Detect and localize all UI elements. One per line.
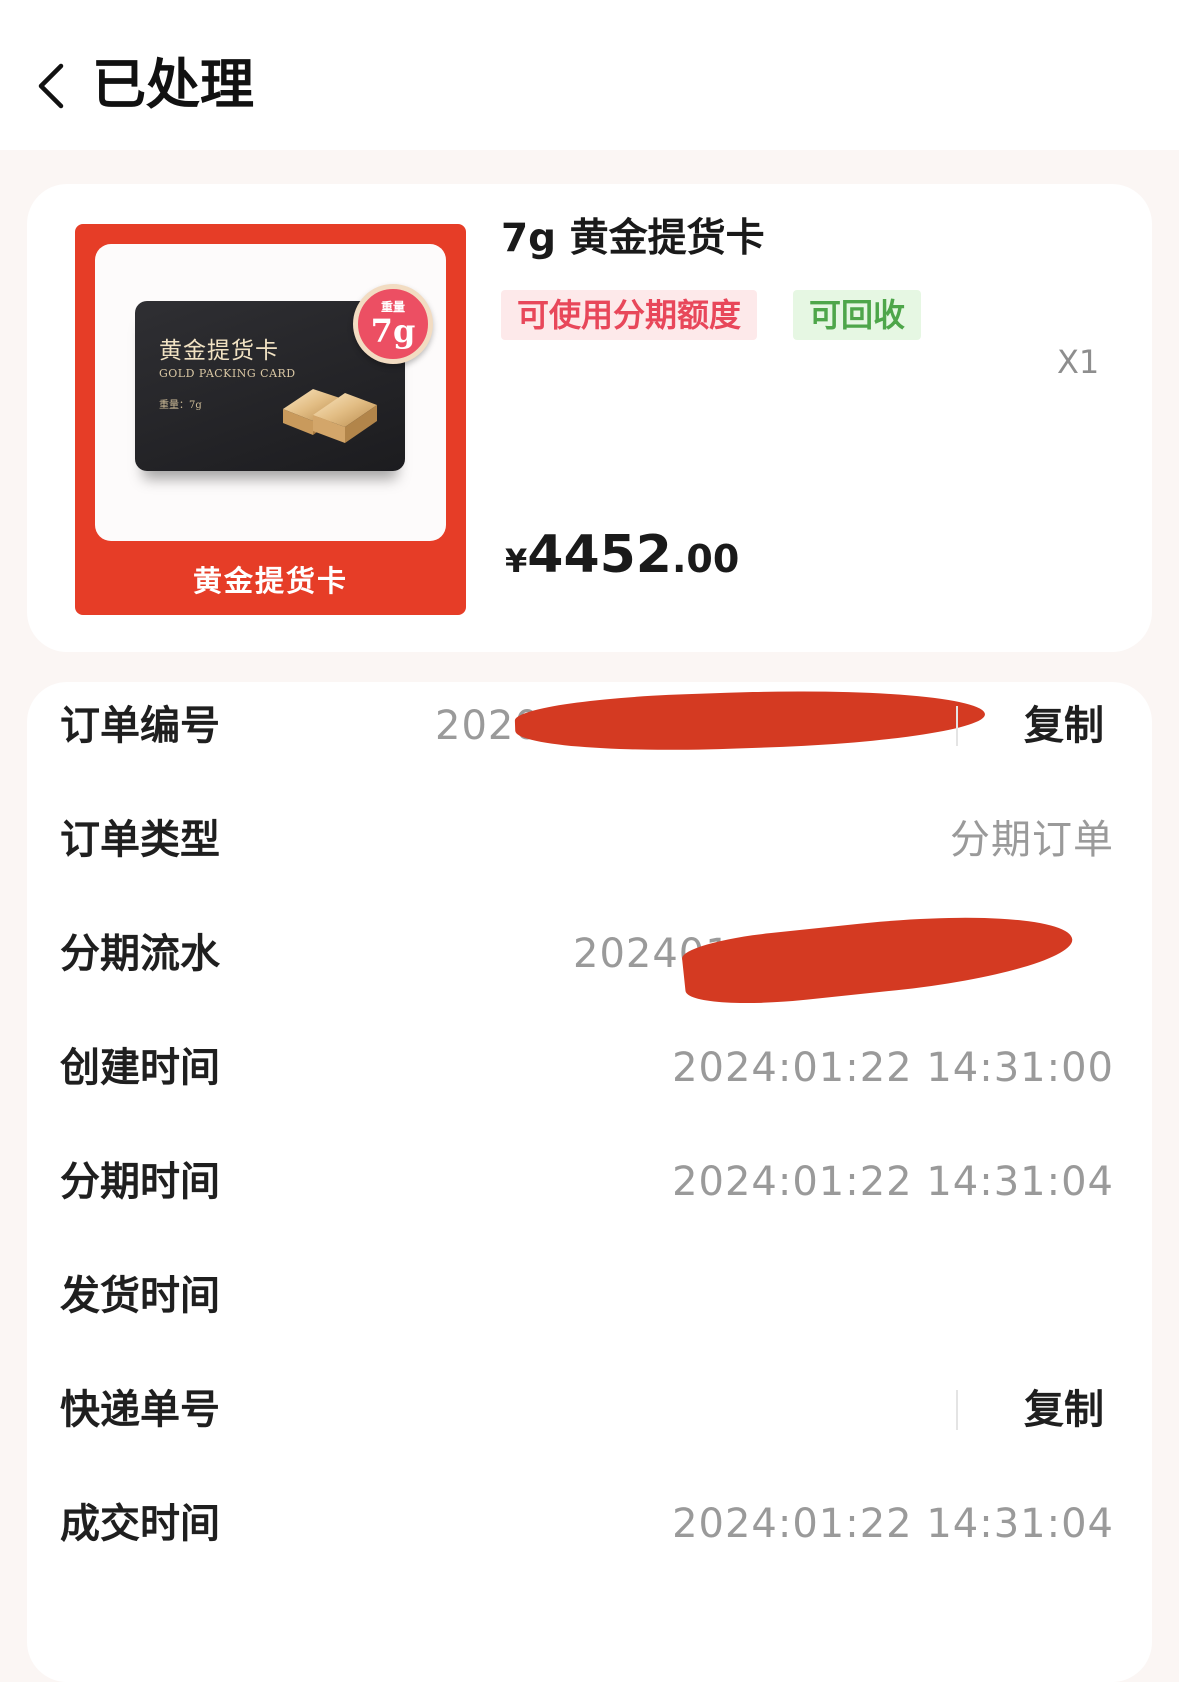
copy-order-number-button[interactable]: 复制 bbox=[1024, 686, 1104, 766]
gold-card-title: 黄金提货卡 bbox=[159, 338, 279, 364]
price-integer: 4452 bbox=[527, 525, 672, 585]
row-order-number: 订单编号 2020 复制 bbox=[27, 683, 1152, 766]
shipping-time-label: 发货时间 bbox=[60, 1273, 220, 1319]
row-order-type: 订单类型 分期订单 bbox=[27, 800, 1152, 880]
created-time-label: 创建时间 bbox=[60, 1045, 220, 1091]
product-image[interactable]: 黄金提货卡 GOLD PACKING CARD 重量：7g 重量 7g 黄金提货… bbox=[75, 224, 466, 615]
created-time-value: 2024:01:22 14:31:00 bbox=[672, 1045, 1114, 1091]
weight-badge-value: 7g bbox=[370, 312, 416, 350]
row-shipping-time: 发货时间 bbox=[27, 1256, 1152, 1336]
redaction-mark bbox=[514, 683, 986, 757]
gold-card-weight: 重量：7g bbox=[159, 400, 202, 411]
copy-tracking-number-button[interactable]: 复制 bbox=[1024, 1370, 1104, 1450]
row-deal-time: 成交时间 2024:01:22 14:31:04 bbox=[27, 1484, 1152, 1564]
weight-badge: 重量 7g bbox=[353, 284, 433, 364]
installment-time-value: 2024:01:22 14:31:04 bbox=[672, 1159, 1114, 1205]
row-tracking-number: 快递单号 复制 bbox=[27, 1370, 1152, 1450]
price-decimal: .00 bbox=[672, 537, 740, 581]
installment-time-label: 分期时间 bbox=[60, 1159, 220, 1205]
order-type-value: 分期订单 bbox=[950, 817, 1114, 863]
header-bar: 已处理 bbox=[0, 0, 1179, 150]
copy-divider bbox=[956, 706, 958, 746]
deal-time-label: 成交时间 bbox=[60, 1501, 220, 1547]
deal-time-value: 2024:01:22 14:31:04 bbox=[672, 1501, 1114, 1547]
price-currency-symbol: ¥ bbox=[505, 542, 528, 580]
row-installment-serial: 分期流水 2024010 bbox=[27, 901, 1152, 1013]
tracking-number-label: 快递单号 bbox=[60, 1387, 220, 1433]
order-number-label: 订单编号 bbox=[60, 703, 220, 749]
product-price: ¥4452.00 bbox=[505, 520, 739, 602]
order-info-card: 订单编号 2020 复制 订单类型 分期订单 分期流水 2024010 创建时间… bbox=[27, 682, 1152, 1682]
gold-bar-icon bbox=[283, 389, 377, 443]
order-type-label: 订单类型 bbox=[60, 817, 220, 863]
product-image-caption: 黄金提货卡 bbox=[192, 563, 348, 598]
product-name: 7g 黄金提货卡 bbox=[501, 216, 765, 261]
copy-divider bbox=[956, 1390, 958, 1430]
recyclable-tag: 可回收 bbox=[793, 290, 922, 340]
row-created-time: 创建时间 2024:01:22 14:31:00 bbox=[27, 1028, 1152, 1108]
product-image-frame: 黄金提货卡 GOLD PACKING CARD 重量：7g 重量 7g bbox=[95, 244, 446, 541]
product-quantity: X1 bbox=[1057, 343, 1100, 381]
back-arrow-icon[interactable] bbox=[30, 56, 70, 116]
row-installment-time: 分期时间 2024:01:22 14:31:04 bbox=[27, 1142, 1152, 1222]
page-title: 已处理 bbox=[92, 53, 254, 116]
product-card[interactable]: 黄金提货卡 GOLD PACKING CARD 重量：7g 重量 7g 黄金提货… bbox=[27, 184, 1152, 652]
installment-tag: 可使用分期额度 bbox=[501, 290, 758, 340]
installment-serial-label: 分期流水 bbox=[60, 931, 220, 977]
